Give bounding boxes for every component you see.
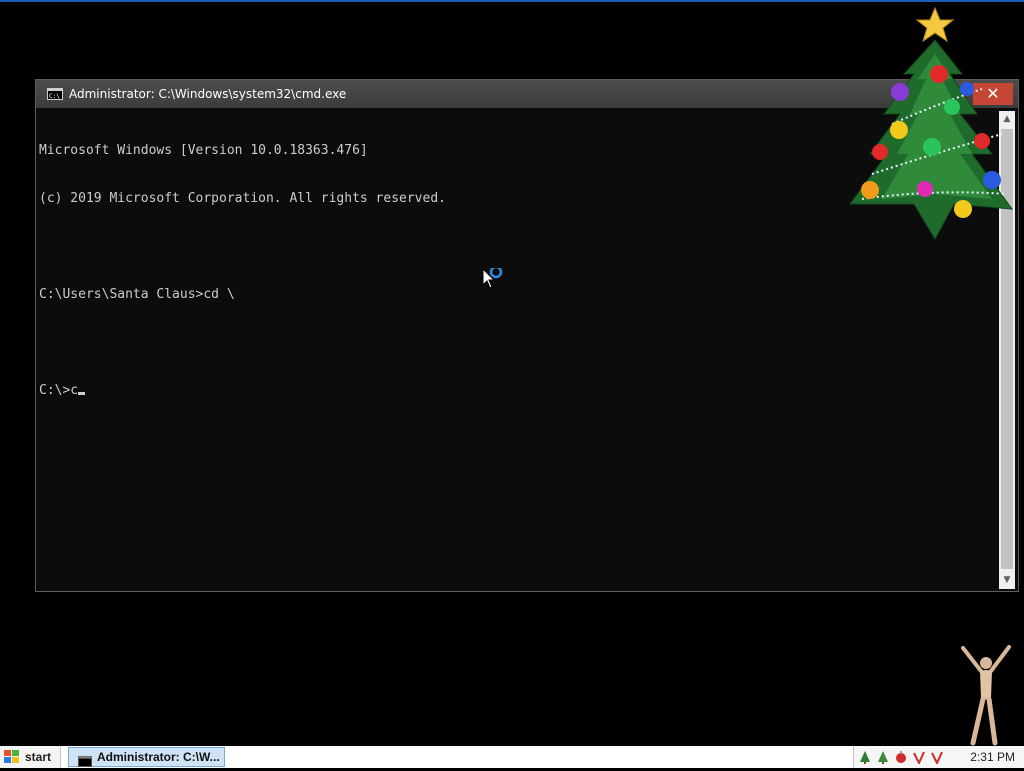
desktop-top-strip bbox=[0, 0, 1024, 2]
ornament-tray-icon[interactable] bbox=[894, 750, 908, 764]
system-tray: 2:31 PM bbox=[853, 746, 1024, 768]
console-line: C:\Users\Santa Claus>cd \ bbox=[39, 287, 235, 302]
windows-flag-icon bbox=[3, 749, 21, 765]
svg-text:C:\: C:\ bbox=[49, 93, 60, 100]
console-prompt-line[interactable]: C:\>c bbox=[39, 383, 994, 399]
check-red-icon[interactable] bbox=[912, 750, 926, 764]
start-button[interactable]: start bbox=[0, 746, 61, 768]
cmd-icon bbox=[78, 752, 92, 767]
text-cursor bbox=[78, 392, 86, 395]
taskbar-item-cmd[interactable]: Administrator: C:\W... bbox=[68, 747, 225, 767]
dancer-figure-icon bbox=[955, 643, 1015, 747]
taskbar-clock[interactable]: 2:31 PM bbox=[970, 750, 1015, 764]
tree-tray-icon[interactable] bbox=[858, 750, 872, 764]
check-red-icon[interactable] bbox=[930, 750, 944, 764]
start-label: start bbox=[25, 750, 52, 764]
taskbar-item-label: Administrator: C:\W... bbox=[97, 750, 220, 764]
scroll-down-arrow-icon[interactable]: ▼ bbox=[999, 572, 1015, 589]
console-prompt-text: C:\>c bbox=[39, 383, 79, 398]
taskbar: start Administrator: C:\W... 2:31 PM bbox=[0, 746, 1024, 768]
cmd-icon: C:\ bbox=[47, 88, 63, 100]
tree-tray-icon[interactable] bbox=[876, 750, 890, 764]
christmas-tree-icon bbox=[842, 4, 1017, 244]
busy-cursor-icon bbox=[482, 265, 506, 296]
window-title: Administrator: C:\Windows\system32\cmd.e… bbox=[69, 87, 347, 101]
